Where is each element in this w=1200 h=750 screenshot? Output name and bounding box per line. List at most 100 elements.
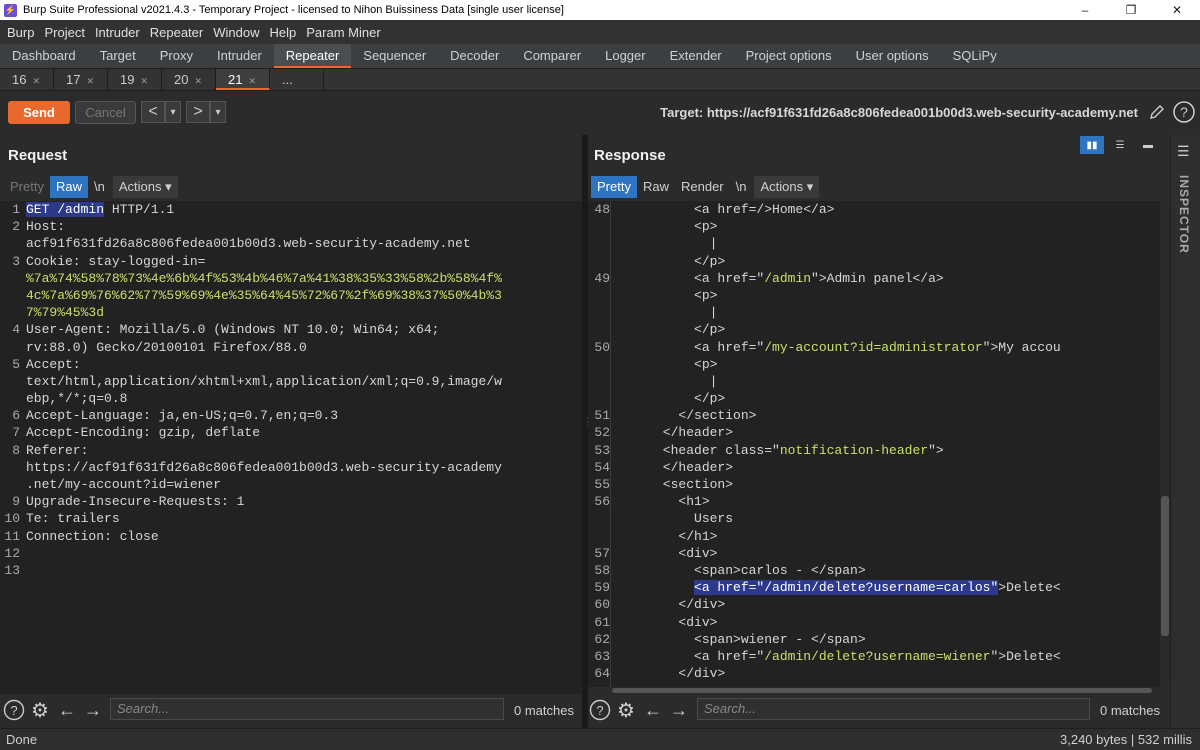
response-pretty-tab[interactable]: Pretty: [591, 176, 637, 198]
gear-icon[interactable]: ⚙: [28, 698, 52, 722]
subtab-label: 16: [12, 72, 27, 87]
tab-extender[interactable]: Extender: [658, 44, 734, 68]
scrollbar-thumb[interactable]: [1161, 496, 1169, 636]
inspector-panel[interactable]: ☰ INSPECTOR: [1170, 135, 1200, 728]
close-button[interactable]: ✕: [1154, 0, 1200, 20]
line-number: 61: [594, 614, 610, 630]
menu-intruder[interactable]: Intruder: [90, 25, 145, 40]
tab-repeater[interactable]: Repeater: [273, 44, 352, 68]
tab-proxy[interactable]: Proxy: [148, 44, 205, 68]
back-button[interactable]: <: [141, 101, 165, 123]
menu-help[interactable]: Help: [264, 25, 301, 40]
menu-icon[interactable]: ☰: [1177, 143, 1190, 160]
response-vertical-scrollbar[interactable]: [1160, 201, 1170, 687]
line-code: </h1>: [616, 528, 717, 545]
response-actions-menu[interactable]: Actions ▾: [754, 176, 820, 198]
request-search-input[interactable]: Search...: [110, 698, 504, 720]
tab-sqlipy[interactable]: SQLiPy: [941, 44, 1009, 68]
subtab-16[interactable]: 16 ✕: [0, 69, 54, 90]
forward-history-dropdown[interactable]: ▾: [210, 101, 226, 123]
request-newline-toggle[interactable]: \n: [88, 176, 111, 198]
subtab-19[interactable]: 19 ✕: [108, 69, 162, 90]
main-tabs: Dashboard Target Proxy Intruder Repeater…: [0, 44, 1200, 69]
tab-decoder[interactable]: Decoder: [438, 44, 511, 68]
close-tab-icon[interactable]: ✕: [194, 76, 202, 86]
close-tab-icon[interactable]: ✕: [248, 76, 256, 86]
menu-burp[interactable]: Burp: [2, 25, 39, 40]
line-code: Connection: close: [26, 528, 159, 545]
target-label: Target: https://acf91f631fd26a8c806fedea…: [660, 105, 1138, 120]
previous-match-arrow-icon[interactable]: ←: [56, 698, 78, 722]
tab-intruder[interactable]: Intruder: [205, 44, 274, 68]
response-newline-toggle[interactable]: \n: [730, 176, 753, 198]
request-actions-menu[interactable]: Actions ▾: [112, 176, 178, 198]
request-editor[interactable]: 1 GET /admin HTTP/1.1 2 Host: acf91f631fd26a…: [0, 201, 582, 694]
tab-sequencer[interactable]: Sequencer: [351, 44, 438, 68]
back-history-dropdown[interactable]: ▾: [165, 101, 181, 123]
close-tab-icon[interactable]: ✕: [140, 76, 148, 86]
line-code: <div>: [616, 614, 717, 631]
subtab-20[interactable]: 20 ✕: [162, 69, 216, 90]
forward-button[interactable]: >: [186, 101, 210, 123]
tab-comparer[interactable]: Comparer: [511, 44, 593, 68]
tab-user-options[interactable]: User options: [844, 44, 941, 68]
tab-project-options[interactable]: Project options: [734, 44, 844, 68]
menu-window[interactable]: Window: [208, 25, 264, 40]
request-pretty-tab[interactable]: Pretty: [4, 176, 50, 198]
line-code: .net/my-account?id=wiener: [26, 476, 221, 493]
hscroll-thumb[interactable]: [612, 688, 1152, 693]
close-tab-icon[interactable]: ✕: [86, 76, 94, 86]
next-match-arrow-icon[interactable]: →: [82, 698, 104, 722]
line-code: text/html,application/xhtml+xml,applicat…: [26, 373, 502, 390]
code-token: ">: [928, 442, 944, 458]
line-number: 8: [12, 442, 20, 458]
response-editor[interactable]: 48 <a href=/>Home</a> <p> | </p> 49 <a hr…: [588, 201, 1160, 687]
code-token: <a href=": [616, 270, 765, 286]
subtab-label: 19: [120, 72, 135, 87]
previous-match-arrow-icon[interactable]: ←: [642, 698, 664, 722]
subtab-21[interactable]: 21 ✕: [216, 69, 270, 90]
menu-repeater[interactable]: Repeater: [145, 25, 208, 40]
menu-param-miner[interactable]: Param Miner: [301, 25, 385, 40]
tab-dashboard[interactable]: Dashboard: [0, 44, 88, 68]
response-horizontal-scrollbar[interactable]: [610, 687, 1160, 694]
subtab-new[interactable]: ...: [270, 69, 324, 90]
code-line: <p>: [588, 218, 1160, 235]
stacked-layout-icon[interactable]: ☰: [1108, 136, 1132, 154]
code-line: 8 Referer:: [0, 442, 582, 459]
subtab-17[interactable]: 17 ✕: [54, 69, 108, 90]
response-search-input[interactable]: Search...: [697, 698, 1090, 720]
response-raw-tab[interactable]: Raw: [637, 176, 675, 198]
tabbed-layout-icon[interactable]: ▬: [1136, 136, 1160, 154]
subtab-label: 20: [174, 72, 189, 87]
next-match-arrow-icon[interactable]: →: [668, 698, 690, 722]
close-tab-icon[interactable]: ✕: [32, 76, 40, 86]
help-icon[interactable]: ?: [2, 698, 26, 722]
code-line: 12: [0, 545, 582, 562]
line-number: 51: [594, 408, 610, 424]
tab-logger[interactable]: Logger: [593, 44, 657, 68]
code-token: </div>: [616, 597, 726, 613]
maximize-button[interactable]: ❐: [1108, 0, 1154, 20]
send-button[interactable]: Send: [8, 101, 70, 124]
code-line: 63 <a href="/admin/delete?username=wiene…: [588, 648, 1160, 665]
side-by-side-layout-icon[interactable]: ▮▮: [1080, 136, 1104, 154]
code-line: 6 Accept-Language: ja,en-US;q=0.7,en;q=0.…: [0, 407, 582, 424]
minimize-button[interactable]: –: [1062, 0, 1108, 20]
line-number: 63: [594, 648, 610, 664]
code-token: </h1>: [616, 528, 718, 544]
code-line: <p>: [588, 287, 1160, 304]
response-render-tab[interactable]: Render: [675, 176, 730, 198]
cancel-button[interactable]: Cancel: [75, 101, 136, 124]
tab-target[interactable]: Target: [88, 44, 148, 68]
edit-target-icon[interactable]: [1146, 101, 1168, 123]
request-raw-tab[interactable]: Raw: [49, 176, 88, 198]
gear-icon[interactable]: ⚙: [614, 698, 638, 722]
line-code: acf91f631fd26a8c806fedea001b00d3.web-sec…: [26, 235, 471, 252]
code-token: /admin: [764, 270, 812, 286]
code-line: |: [588, 235, 1160, 252]
help-icon[interactable]: ?: [1172, 100, 1196, 124]
help-icon[interactable]: ?: [588, 698, 612, 722]
code-token: ">Delete<: [990, 648, 1061, 664]
menu-project[interactable]: Project: [39, 25, 89, 40]
